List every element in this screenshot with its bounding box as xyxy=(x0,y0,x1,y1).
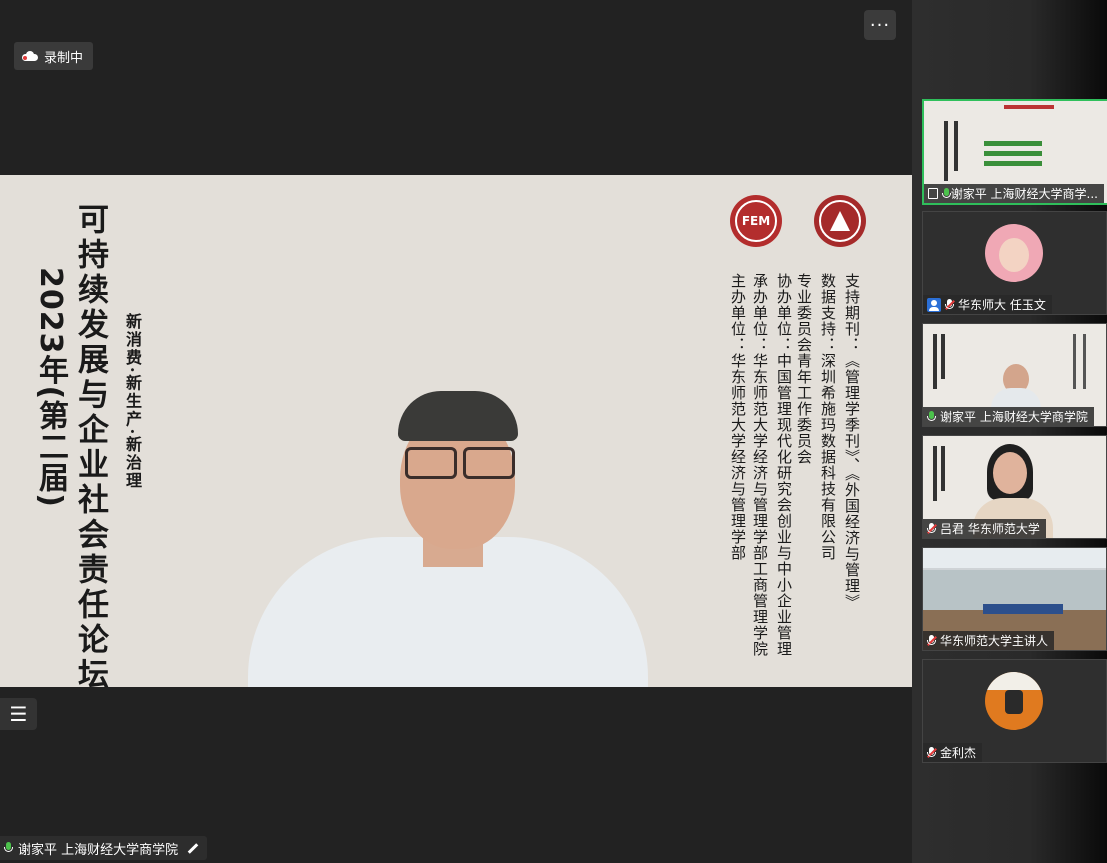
cloud-record-icon xyxy=(22,51,38,61)
person-icon xyxy=(927,297,941,312)
avatar xyxy=(985,672,1043,730)
mic-icon xyxy=(927,410,936,423)
participant-name: 吕君 华东师范大学 xyxy=(940,522,1040,536)
recording-label: 录制中 xyxy=(44,50,84,66)
slide-info-line: 承办单位：华东师范大学经济与管理学部工商管理学院 xyxy=(751,273,769,657)
participant-tile[interactable]: 金利杰 xyxy=(922,659,1107,763)
fem-logo: FEM xyxy=(730,195,782,247)
slide-title: 可持续发展与企业社会责任论坛 xyxy=(72,203,108,687)
presenter-video xyxy=(248,387,648,687)
mic-muted-icon xyxy=(945,298,955,311)
participant-list-button[interactable]: ☰ xyxy=(0,698,37,730)
ecnu-logo xyxy=(814,195,866,247)
slide-info-line: 支持期刊：《管理学季刊》、《外国经济与管理》 xyxy=(843,273,861,610)
participant-name: 华东师范大学主讲人 xyxy=(940,634,1049,648)
slide-info-line: 主办单位：华东师范大学经济与管理学部 xyxy=(729,273,747,561)
recording-indicator: 录制中 xyxy=(14,42,94,70)
mic-muted-icon xyxy=(927,522,937,535)
slide-info-line: 协办单位：中国管理现代化研究会创业与中小企业管理 xyxy=(775,273,793,657)
participant-tile[interactable]: 谢家平 上海财经大学商学院 xyxy=(922,323,1107,427)
screen-share-icon xyxy=(928,188,938,199)
slide-info-line: 专业委员会青年工作委员会 xyxy=(795,273,813,465)
shared-slide: 可持续发展与企业社会责任论坛 2023年(第二届) 新消费·新生产·新治理 支持… xyxy=(0,175,912,687)
mic-icon xyxy=(941,187,951,200)
tree-emblem-icon xyxy=(830,211,850,231)
participant-tile[interactable]: 华东师范大学主讲人 xyxy=(922,547,1107,651)
mic-muted-icon xyxy=(927,746,937,759)
slide-subtitle: 2023年(第二届) xyxy=(33,267,68,508)
participant-name: 谢家平 上海财经大学商学... xyxy=(950,187,1098,201)
slide-tagline: 新消费·新生产·新治理 xyxy=(123,313,142,491)
participant-tile[interactable]: 吕君 华东师范大学 xyxy=(922,435,1107,539)
main-speaker-name: 谢家平 上海财经大学商学院 xyxy=(18,842,179,858)
mic-muted-icon xyxy=(927,634,937,647)
participant-tile[interactable]: 谢家平 上海财经大学商学... xyxy=(922,99,1107,205)
avatar xyxy=(985,224,1043,282)
participant-name: 华东师大 任玉文 xyxy=(958,298,1046,312)
participant-name: 谢家平 上海财经大学商学院 xyxy=(940,410,1088,424)
participant-tile[interactable]: 华东师大 任玉文 xyxy=(922,211,1107,315)
pencil-icon[interactable] xyxy=(187,842,199,854)
more-options-button[interactable]: ··· xyxy=(864,10,896,40)
slide-info-line: 数据支持：深圳希施玛数据科技有限公司 xyxy=(819,273,837,561)
main-speaker-name-tag: 谢家平 上海财经大学商学院 xyxy=(0,836,208,860)
participant-name: 金利杰 xyxy=(940,746,977,760)
mic-icon xyxy=(4,842,13,854)
